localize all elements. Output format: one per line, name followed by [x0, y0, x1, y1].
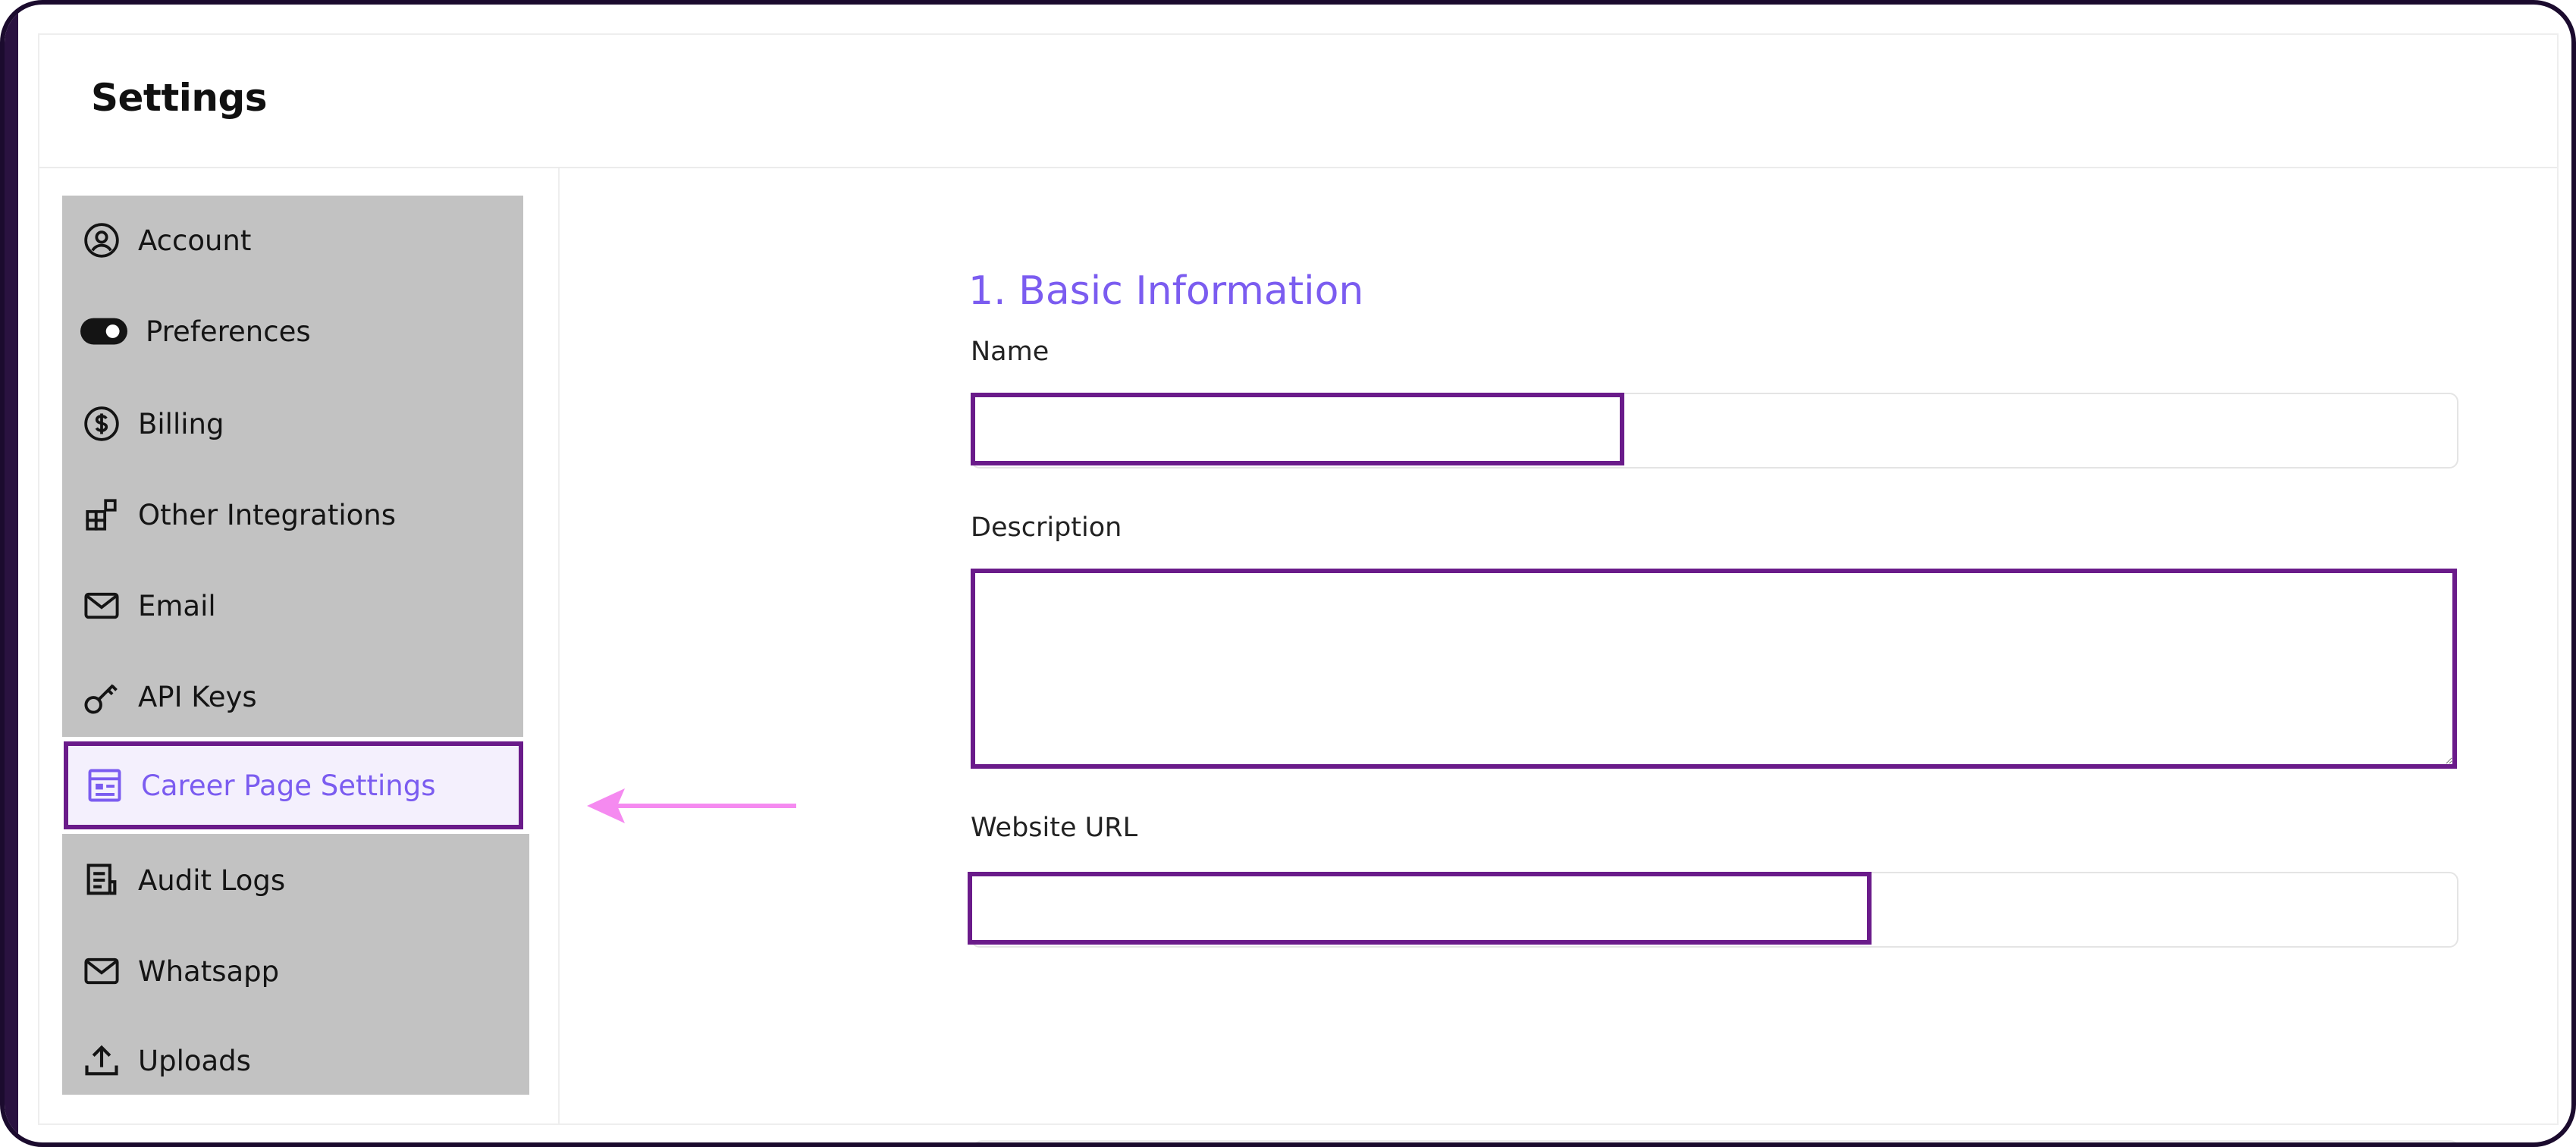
sidebar-item-other-integrations[interactable]: Other Integrations [62, 473, 523, 556]
settings-app: Settings Account Preferences Billing Oth… [38, 33, 2559, 1142]
page-header: Settings [39, 35, 2557, 168]
sidebar-item-uploads[interactable]: Uploads [62, 1019, 523, 1102]
sidebar-item-preferences[interactable]: Preferences [62, 290, 523, 373]
sidebar-item-label: Account [138, 224, 252, 257]
document-icon [80, 859, 123, 901]
section-title: 1. Basic Information [968, 268, 1364, 314]
sidebar-item-label: Whatsapp [138, 954, 280, 988]
next-section-card [971, 1140, 2461, 1142]
description-textarea[interactable] [971, 569, 2457, 769]
arrow-left-icon [587, 788, 796, 823]
sidebar-item-label: API Keys [138, 680, 257, 713]
sidebar: Account Preferences Billing Other Integr… [39, 168, 560, 1123]
sidebar-item-label: Email [138, 589, 216, 622]
description-label: Description [971, 512, 1122, 543]
page-title: Settings [91, 76, 268, 120]
name-label: Name [971, 337, 1050, 367]
sidebar-item-api-keys[interactable]: API Keys [62, 655, 523, 738]
name-input[interactable] [971, 393, 1624, 465]
mail-icon [80, 950, 123, 992]
sidebar-item-email[interactable]: Email [62, 564, 523, 647]
integrations-icon [80, 494, 123, 536]
user-circle-icon [80, 219, 123, 262]
sidebar-item-audit-logs[interactable]: Audit Logs [62, 838, 523, 922]
sidebar-item-label: Preferences [146, 315, 311, 348]
layout-icon [83, 764, 126, 807]
sidebar-item-whatsapp[interactable]: Whatsapp [62, 929, 523, 1013]
sidebar-item-label: Uploads [138, 1044, 251, 1077]
sidebar-item-account[interactable]: Account [62, 199, 523, 282]
key-icon [80, 675, 123, 718]
toggle-icon [80, 310, 127, 353]
website-url-input[interactable] [968, 872, 1872, 945]
sidebar-item-career-page-settings[interactable]: Career Page Settings [64, 741, 523, 829]
dollar-circle-icon [80, 403, 123, 445]
window-frame: Settings Account Preferences Billing Oth… [0, 0, 2576, 1147]
sidebar-item-label: Other Integrations [138, 498, 396, 531]
upload-icon [80, 1039, 123, 1082]
mail-icon [80, 584, 123, 627]
website-url-label: Website URL [971, 813, 1138, 843]
sidebar-item-billing[interactable]: Billing [62, 382, 523, 465]
sidebar-item-label: Billing [138, 407, 224, 440]
sidebar-item-label: Audit Logs [138, 863, 286, 897]
sidebar-item-label: Career Page Settings [141, 769, 436, 802]
